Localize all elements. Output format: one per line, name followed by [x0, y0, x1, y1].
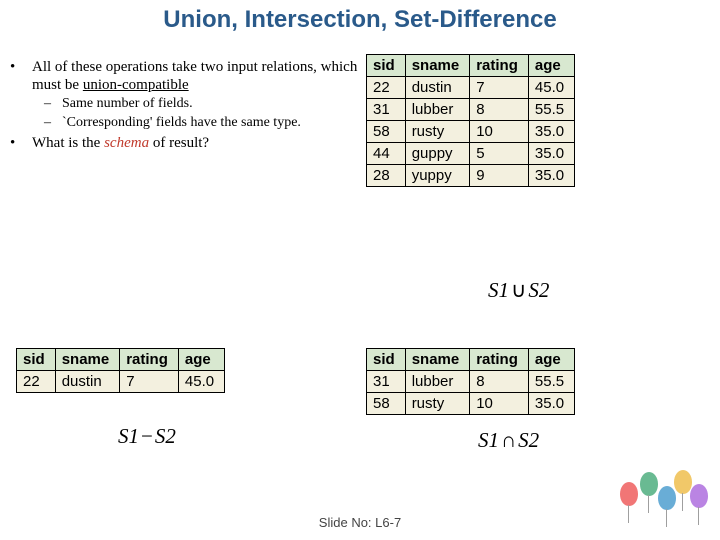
cell: 28: [367, 165, 406, 187]
table-row: 58rusty1035.0: [367, 393, 575, 415]
col-sname: sname: [405, 349, 470, 371]
union-op-icon: ∪: [509, 278, 528, 302]
cell: 35.0: [528, 121, 574, 143]
table-row: 22dustin745.0: [367, 77, 575, 99]
cell: 22: [367, 77, 406, 99]
cell: 22: [17, 371, 56, 393]
formula-right: S2: [528, 278, 549, 302]
formula-left: S1: [488, 278, 509, 302]
bullet-1: All of these operations take two input r…: [32, 58, 360, 94]
col-rating: rating: [120, 349, 179, 371]
intersection-formula: S1∩S2: [478, 428, 539, 453]
col-age: age: [178, 349, 224, 371]
cell: 58: [367, 393, 406, 415]
sub-bullet-1: Same number of fields.: [62, 96, 193, 113]
cell: lubber: [405, 371, 470, 393]
table-header-row: sid sname rating age: [17, 349, 225, 371]
cell: 45.0: [528, 77, 574, 99]
formula-right: S2: [155, 424, 176, 448]
cell: 5: [470, 143, 529, 165]
cell: 55.5: [528, 371, 574, 393]
cell: yuppy: [405, 165, 470, 187]
cell: 58: [367, 121, 406, 143]
bullet-mark: •: [10, 134, 32, 152]
slide-number-footer: Slide No: L6-7: [0, 515, 720, 530]
cell: rusty: [405, 393, 470, 415]
difference-result-table: sid sname rating age 22dustin745.0: [16, 348, 225, 393]
col-sid: sid: [367, 349, 406, 371]
bullet-mark: •: [10, 58, 32, 94]
dash-mark: –: [44, 96, 62, 113]
cell: dustin: [405, 77, 470, 99]
cell: 8: [470, 99, 529, 121]
formula-left: S1: [478, 428, 499, 452]
formula-left: S1: [118, 424, 139, 448]
table-header-row: sid sname rating age: [367, 55, 575, 77]
cell: guppy: [405, 143, 470, 165]
table-row: 58rusty1035.0: [367, 121, 575, 143]
cell: 55.5: [528, 99, 574, 121]
bullet-2: What is the schema of result?: [32, 134, 360, 152]
dash-mark: –: [44, 115, 62, 132]
table-row: 31lubber855.5: [367, 371, 575, 393]
col-sname: sname: [405, 55, 470, 77]
difference-formula: S1−S2: [118, 424, 176, 449]
col-sname: sname: [55, 349, 120, 371]
union-compatible-term: union-compatible: [83, 77, 189, 93]
intersect-op-icon: ∩: [499, 428, 518, 452]
bullet-1-text: All of these operations take two input r…: [32, 59, 357, 93]
table-row: 44guppy535.0: [367, 143, 575, 165]
cell: 7: [120, 371, 179, 393]
col-rating: rating: [470, 55, 529, 77]
cell: 9: [470, 165, 529, 187]
cell: 45.0: [178, 371, 224, 393]
bullet-2-text-a: What is the: [32, 135, 104, 151]
col-sid: sid: [17, 349, 56, 371]
cell: dustin: [55, 371, 120, 393]
table-header-row: sid sname rating age: [367, 349, 575, 371]
cell: 7: [470, 77, 529, 99]
cell: 31: [367, 99, 406, 121]
table-row: 28yuppy935.0: [367, 165, 575, 187]
cell: 35.0: [528, 393, 574, 415]
cell: 8: [470, 371, 529, 393]
cell: 35.0: [528, 165, 574, 187]
sub-bullet-2: `Corresponding' fields have the same typ…: [62, 115, 301, 132]
minus-op-icon: −: [139, 424, 155, 448]
cell: 10: [470, 393, 529, 415]
cell: rusty: [405, 121, 470, 143]
cell: 31: [367, 371, 406, 393]
col-age: age: [528, 349, 574, 371]
cell: 10: [470, 121, 529, 143]
cell: 44: [367, 143, 406, 165]
union-formula: S1∪S2: [488, 278, 549, 303]
col-sid: sid: [367, 55, 406, 77]
slide-title: Union, Intersection, Set-Difference: [0, 0, 720, 44]
cell: lubber: [405, 99, 470, 121]
col-age: age: [528, 55, 574, 77]
union-result-table: sid sname rating age 22dustin745.0 31lub…: [366, 54, 575, 187]
cell: 35.0: [528, 143, 574, 165]
formula-right: S2: [518, 428, 539, 452]
table-row: 22dustin745.0: [17, 371, 225, 393]
bullet-text-block: • All of these operations take two input…: [10, 58, 360, 154]
schema-term: schema: [104, 135, 149, 151]
col-rating: rating: [470, 349, 529, 371]
bullet-2-text-b: of result?: [149, 135, 209, 151]
table-row: 31lubber855.5: [367, 99, 575, 121]
intersection-result-table: sid sname rating age 31lubber855.5 58rus…: [366, 348, 575, 415]
